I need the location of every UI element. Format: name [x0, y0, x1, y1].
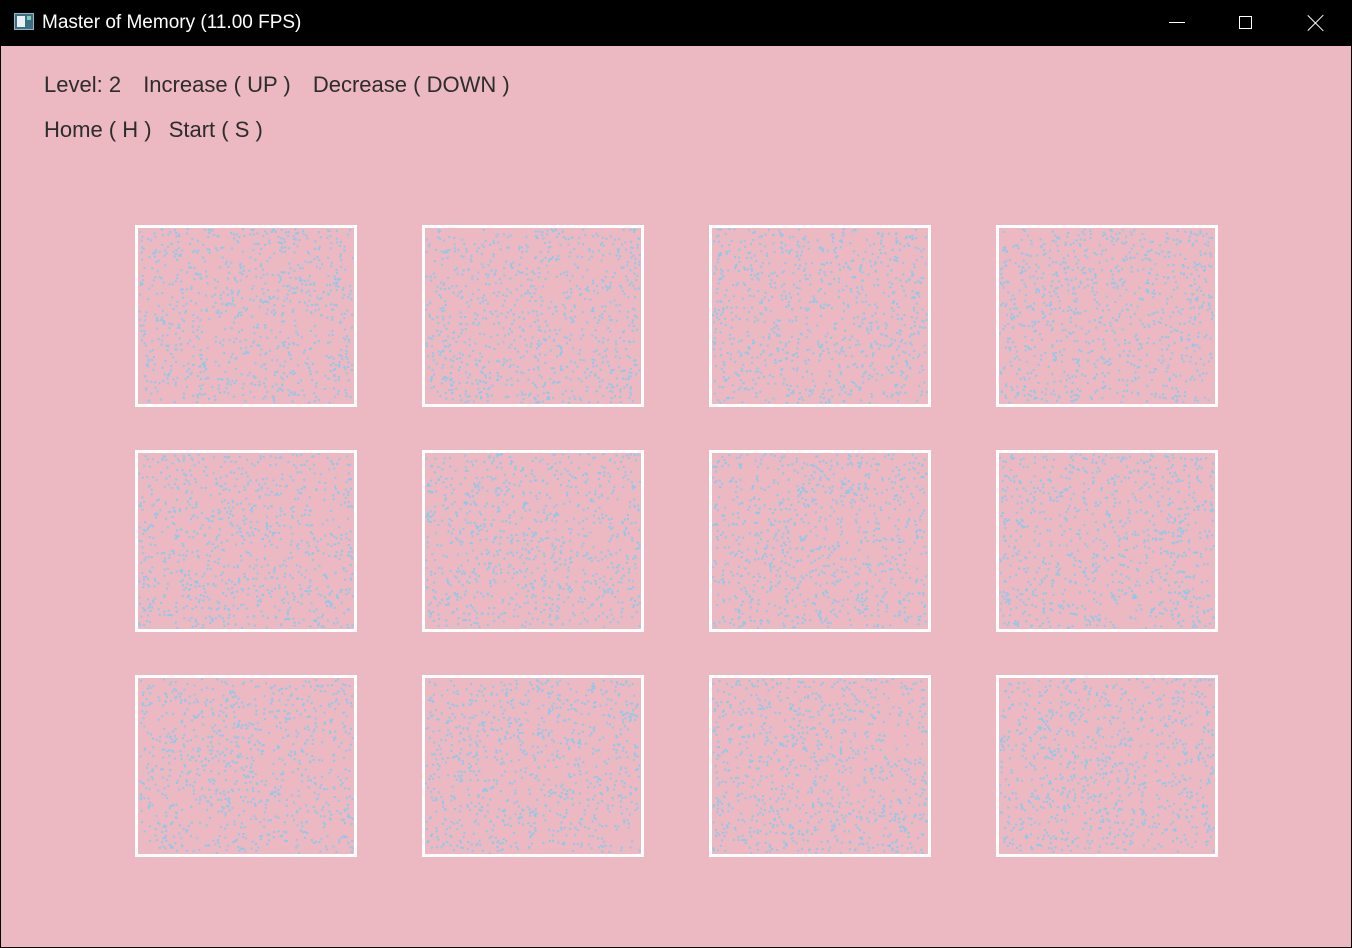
- window-title: Master of Memory (11.00 FPS): [42, 12, 302, 33]
- card-back-pattern: [999, 228, 1215, 404]
- home-hint: Home ( H ): [44, 117, 152, 142]
- level-indicator: Level: 2: [44, 72, 122, 97]
- card-back-pattern: [139, 678, 354, 854]
- memory-card[interactable]: [996, 450, 1218, 632]
- memory-card[interactable]: [422, 225, 644, 407]
- decrease-level-hint: Decrease ( DOWN ): [312, 72, 510, 97]
- increase-level-hint: Increase ( UP ): [143, 72, 291, 97]
- minimize-button[interactable]: [1142, 0, 1212, 46]
- card-back-pattern: [425, 679, 641, 854]
- card-back-pattern: [425, 453, 641, 628]
- memory-card[interactable]: [135, 675, 357, 857]
- memory-card[interactable]: [996, 225, 1218, 407]
- start-hint: Start ( S ): [168, 117, 263, 142]
- maximize-icon: [1239, 16, 1252, 29]
- card-back-pattern: [712, 228, 928, 404]
- maximize-button[interactable]: [1211, 0, 1281, 46]
- card-back-pattern: [712, 453, 928, 629]
- card-back-pattern: [138, 228, 354, 404]
- memory-card[interactable]: [422, 675, 644, 857]
- game-canvas[interactable]: Level: 2 Increase ( UP ) Decrease ( DOWN…: [1, 46, 1351, 947]
- minimize-icon: [1169, 22, 1185, 23]
- hud-navigation: Home ( H ) Start ( S ): [44, 117, 274, 143]
- memory-card[interactable]: [996, 675, 1218, 857]
- card-back-pattern: [999, 453, 1215, 629]
- close-icon: [1308, 15, 1324, 31]
- memory-card[interactable]: [135, 450, 357, 632]
- memory-card[interactable]: [709, 450, 931, 632]
- card-back-pattern: [138, 453, 354, 629]
- memory-card[interactable]: [709, 675, 931, 857]
- game-window: Master of Memory (11.00 FPS) Level: 2 In…: [0, 0, 1352, 948]
- close-button[interactable]: [1281, 0, 1351, 46]
- memory-card[interactable]: [422, 450, 644, 632]
- app-icon: [14, 13, 34, 30]
- memory-card[interactable]: [135, 225, 357, 407]
- memory-card[interactable]: [709, 225, 931, 407]
- card-back-pattern: [425, 228, 641, 404]
- card-back-pattern: [999, 678, 1215, 853]
- title-bar[interactable]: Master of Memory (11.00 FPS): [0, 0, 1352, 46]
- hud-level-controls: Level: 2 Increase ( UP ) Decrease ( DOWN…: [44, 72, 526, 98]
- card-back-pattern: [712, 678, 928, 854]
